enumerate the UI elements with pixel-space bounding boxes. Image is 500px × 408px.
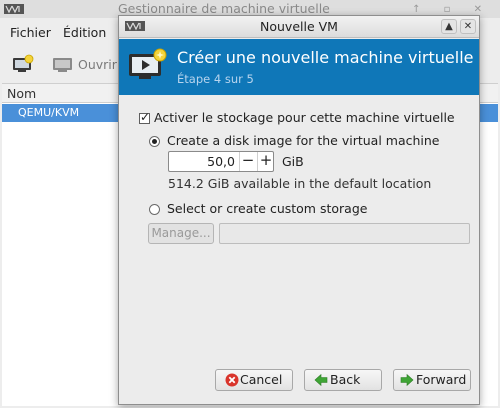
main-window-title: Gestionnaire de machine virtuelle xyxy=(118,1,330,16)
back-label: Back xyxy=(330,372,361,387)
storage-section: Activer le stockage pour cette machine v… xyxy=(119,95,479,404)
main-window-controls[interactable]: ↑ ▫ ✕ xyxy=(412,4,492,15)
disk-size-value[interactable]: 50,0 xyxy=(169,154,235,169)
open-vm-icon[interactable] xyxy=(52,54,74,74)
new-vm-icon xyxy=(129,48,167,79)
create-disk-radio[interactable] xyxy=(149,136,160,147)
disk-size-spinbox[interactable]: 50,0 − + xyxy=(168,151,274,172)
forward-button[interactable]: Forward xyxy=(393,369,471,391)
dialog-title: Nouvelle VM xyxy=(260,19,338,34)
menu-fichier[interactable]: Fichier xyxy=(10,25,51,40)
cancel-button[interactable]: Cancel xyxy=(215,369,293,391)
virt-manager-icon xyxy=(4,4,24,14)
header-step: Étape 4 sur 5 xyxy=(177,72,254,86)
forward-label: Forward xyxy=(416,372,467,387)
new-vm-icon[interactable] xyxy=(12,54,34,74)
available-space-label: 514.2 GiB available in the default locat… xyxy=(168,176,432,191)
storage-path-field[interactable] xyxy=(219,223,470,244)
dialog-header-banner: Créer une nouvelle machine virtuelle Éta… xyxy=(119,39,479,95)
increment-button[interactable]: + xyxy=(257,152,274,171)
dialog-maximize-button[interactable]: ▲ xyxy=(441,19,457,34)
enable-storage-checkbox[interactable] xyxy=(139,110,150,124)
column-name-header[interactable]: Nom xyxy=(7,86,36,101)
disk-unit-label: GiB xyxy=(282,154,304,169)
custom-storage-label[interactable]: Select or create custom storage xyxy=(167,201,367,216)
back-button[interactable]: Back xyxy=(304,369,382,391)
new-vm-dialog: Nouvelle VM ▲ ✕ Créer une nouvelle machi… xyxy=(118,15,480,405)
cancel-label: Cancel xyxy=(240,372,283,387)
custom-storage-radio[interactable] xyxy=(149,204,160,215)
decrement-button[interactable]: − xyxy=(239,152,256,171)
create-disk-label[interactable]: Create a disk image for the virtual mach… xyxy=(167,133,440,148)
header-title: Créer une nouvelle machine virtuelle xyxy=(177,48,474,67)
open-vm-label[interactable]: Ouvrir xyxy=(78,57,117,72)
menu-edition[interactable]: Édition xyxy=(63,25,106,40)
back-arrow-icon xyxy=(314,373,328,387)
manage-button[interactable]: Manage... xyxy=(148,223,214,244)
forward-arrow-icon xyxy=(400,373,414,387)
cancel-icon xyxy=(225,373,239,387)
dialog-titlebar: Nouvelle VM ▲ ✕ xyxy=(119,16,479,38)
dialog-close-button[interactable]: ✕ xyxy=(460,19,476,34)
enable-storage-label[interactable]: Activer le stockage pour cette machine v… xyxy=(154,110,455,125)
connection-label: QEMU/KVM xyxy=(18,106,80,119)
